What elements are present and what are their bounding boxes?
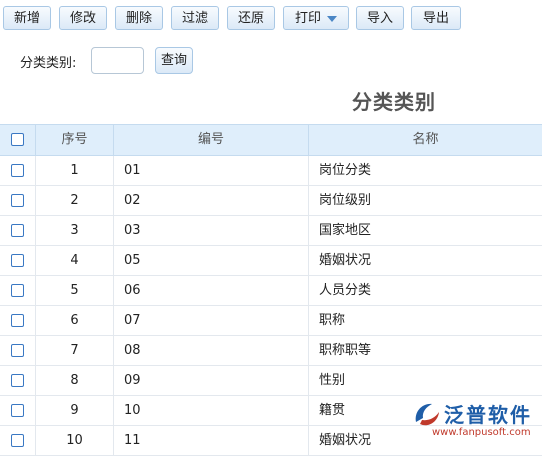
import-button[interactable]: 导入: [356, 6, 404, 30]
row-select-cell: [0, 366, 36, 395]
cell-code: 11: [114, 426, 309, 455]
category-filter-input[interactable]: [91, 47, 144, 74]
cell-name: 婚姻状况: [319, 253, 372, 268]
brand-name: 泛普软件: [444, 403, 532, 427]
cell-seq: 10: [36, 426, 114, 455]
filter-button[interactable]: 过滤: [171, 6, 219, 30]
cell-seq: 5: [36, 276, 114, 305]
table-row[interactable]: 6 07 职称: [0, 306, 542, 336]
cell-name: 性别: [319, 373, 346, 388]
cell-seq: 1: [36, 156, 114, 185]
row-checkbox[interactable]: [11, 224, 24, 237]
cell-seq: 7: [36, 336, 114, 365]
page-title: 分类类别: [352, 90, 436, 114]
brand-watermark: 泛普软件 www.fanpusoft.com: [410, 396, 540, 442]
row-checkbox[interactable]: [11, 374, 24, 387]
cell-name: 岗位级别: [319, 193, 372, 208]
select-all-cell: [0, 125, 36, 155]
table-row[interactable]: 1 01 岗位分类: [0, 156, 542, 186]
select-all-checkbox[interactable]: [11, 133, 24, 146]
row-checkbox[interactable]: [11, 434, 24, 447]
row-select-cell: [0, 306, 36, 335]
cell-name: 人员分类: [319, 283, 372, 298]
cell-code: 09: [114, 366, 309, 395]
row-select-cell: [0, 396, 36, 425]
cell-seq: 2: [36, 186, 114, 215]
cell-code: 03: [114, 216, 309, 245]
chevron-down-icon: [327, 15, 337, 22]
add-button[interactable]: 新增: [3, 6, 51, 30]
row-select-cell: [0, 156, 36, 185]
row-checkbox[interactable]: [11, 164, 24, 177]
cell-code: 05: [114, 246, 309, 275]
cell-seq: 4: [36, 246, 114, 275]
row-checkbox[interactable]: [11, 344, 24, 357]
table-row[interactable]: 8 09 性别: [0, 366, 542, 396]
row-checkbox[interactable]: [11, 284, 24, 297]
row-checkbox[interactable]: [11, 194, 24, 207]
cell-code: 02: [114, 186, 309, 215]
table-row[interactable]: 4 05 婚姻状况: [0, 246, 542, 276]
cell-seq: 6: [36, 306, 114, 335]
restore-button[interactable]: 还原: [227, 6, 275, 30]
cell-name: 职称职等: [319, 343, 372, 358]
table-header: 序号 编号 名称: [0, 124, 542, 156]
cell-code: 06: [114, 276, 309, 305]
row-select-cell: [0, 186, 36, 215]
table-row[interactable]: 2 02 岗位级别: [0, 186, 542, 216]
row-select-cell: [0, 276, 36, 305]
row-checkbox[interactable]: [11, 314, 24, 327]
cell-name: 国家地区: [319, 223, 372, 238]
cell-code: 01: [114, 156, 309, 185]
category-filter-label: 分类类别:: [20, 56, 77, 71]
edit-button[interactable]: 修改: [59, 6, 107, 30]
row-select-cell: [0, 246, 36, 275]
print-button[interactable]: 打印: [283, 6, 349, 30]
delete-button[interactable]: 删除: [115, 6, 163, 30]
row-select-cell: [0, 216, 36, 245]
table-row[interactable]: 3 03 国家地区: [0, 216, 542, 246]
query-button[interactable]: 查询: [155, 47, 193, 74]
column-header-seq[interactable]: 序号: [36, 125, 114, 155]
cell-seq: 8: [36, 366, 114, 395]
column-header-code[interactable]: 编号: [114, 125, 309, 155]
row-checkbox[interactable]: [11, 254, 24, 267]
cell-seq: 9: [36, 396, 114, 425]
column-header-name[interactable]: 名称: [309, 125, 542, 155]
print-label: 打印: [294, 11, 321, 26]
brand-url: www.fanpusoft.com: [432, 427, 531, 438]
cell-seq: 3: [36, 216, 114, 245]
cell-name: 岗位分类: [319, 163, 372, 178]
row-select-cell: [0, 426, 36, 455]
table-row[interactable]: 7 08 职称职等: [0, 336, 542, 366]
cell-name: 职称: [319, 313, 346, 328]
cell-code: 08: [114, 336, 309, 365]
table-row[interactable]: 5 06 人员分类: [0, 276, 542, 306]
row-checkbox[interactable]: [11, 404, 24, 417]
export-button[interactable]: 导出: [411, 6, 461, 30]
cell-code: 10: [114, 396, 309, 425]
row-select-cell: [0, 336, 36, 365]
cell-code: 07: [114, 306, 309, 335]
